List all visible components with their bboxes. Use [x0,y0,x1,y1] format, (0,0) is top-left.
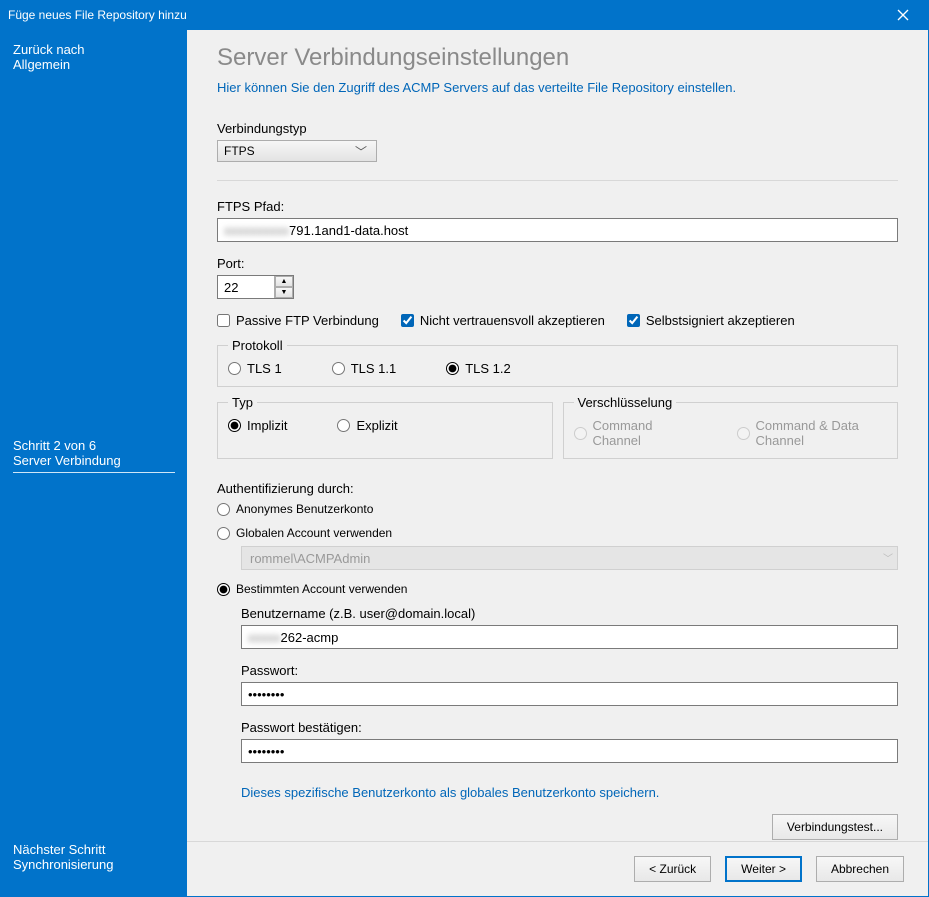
port-label: Port: [217,256,898,271]
sidebar-next-label: Nächster Schritt [13,842,175,857]
untrust-label: Nicht vertrauensvoll akzeptieren [420,313,605,328]
page-title: Server Verbindungseinstellungen [217,44,898,72]
enc-cmd-radio: Command Channel [574,418,687,448]
password-input[interactable]: •••••••• [241,682,898,706]
encryption-group: Verschlüsselung Command Channel Command … [563,395,899,459]
specific-account-radio[interactable]: Bestimmten Account verwenden [217,582,898,596]
username-input[interactable]: xxxxx 262-acmp [241,625,898,649]
selfsigned-checkbox[interactable]: Selbstsigniert akzeptieren [627,313,795,328]
tls12-radio[interactable]: TLS 1.2 [446,361,511,376]
encryption-legend: Verschlüsselung [574,395,677,410]
tls1-radio[interactable]: TLS 1 [228,361,282,376]
protocol-legend: Protokoll [228,338,287,353]
ftps-path-input[interactable]: xxxxxxxxxx 791.1and1-data.host [217,218,898,242]
type-group: Typ Implizit Explizit [217,395,553,459]
close-icon[interactable] [885,0,921,30]
sidebar-step-num: Schritt 2 von 6 [13,438,175,453]
untrust-checkbox[interactable]: Nicht vertrauensvoll akzeptieren [401,313,605,328]
port-up-button[interactable]: ▲ [275,276,293,287]
connection-test-button[interactable]: Verbindungstest... [772,814,898,840]
protocol-group: Protokoll TLS 1 TLS 1.1 TLS 1.2 [217,338,898,387]
chevron-down-icon: ﹀ [352,143,370,160]
next-button[interactable]: Weiter > [725,856,802,882]
wizard-footer: < Zurück Weiter > Abbrechen [187,841,928,896]
global-account-dropdown: rommel\ACMPAdmin ﹀ [241,546,898,570]
sidebar-next[interactable]: Nächster Schritt Synchronisierung [13,842,175,872]
auth-heading: Authentifizierung durch: [217,481,898,496]
sidebar-next-target: Synchronisierung [13,857,175,872]
back-button[interactable]: < Zurück [634,856,711,882]
passive-ftp-checkbox[interactable]: Passive FTP Verbindung [217,313,379,328]
username-value: 262-acmp [281,630,339,645]
port-down-button[interactable]: ▼ [275,287,293,298]
enc-both-radio: Command & Data Channel [737,418,887,448]
anon-radio[interactable]: Anonymes Benutzerkonto [217,502,898,516]
ftps-path-label: FTPS Pfad: [217,199,898,214]
passive-ftp-label: Passive FTP Verbindung [236,313,379,328]
connection-type-dropdown[interactable]: FTPS ﹀ [217,140,377,162]
window-title: Füge neues File Repository hinzu [8,8,885,22]
global-account-value: rommel\ACMPAdmin [250,551,370,566]
sidebar-back[interactable]: Zurück nach Allgemein [13,42,175,72]
sidebar-back-target: Allgemein [13,57,175,72]
username-label: Benutzername (z.B. user@domain.local) [241,606,898,621]
global-account-radio[interactable]: Globalen Account verwenden [217,526,898,540]
connection-type-value: FTPS [224,144,255,158]
password-confirm-label: Passwort bestätigen: [241,720,898,735]
password-confirm-input[interactable]: •••••••• [241,739,898,763]
type-legend: Typ [228,395,257,410]
titlebar: Füge neues File Repository hinzu [0,0,929,30]
sidebar-step: Schritt 2 von 6 Server Verbindung [13,438,175,473]
chevron-down-icon: ﹀ [883,550,893,565]
save-global-link[interactable]: Dieses spezifische Benutzerkonto als glo… [241,785,659,800]
implicit-radio[interactable]: Implizit [228,418,287,433]
port-stepper[interactable]: ▲ ▼ [217,275,294,299]
connection-type-label: Verbindungstyp [217,121,898,136]
explicit-radio[interactable]: Explizit [337,418,397,433]
cancel-button[interactable]: Abbrechen [816,856,904,882]
sidebar-back-label: Zurück nach [13,42,175,57]
ftps-path-value: 791.1and1-data.host [289,223,408,238]
sidebar: Zurück nach Allgemein Schritt 2 von 6 Se… [1,30,187,896]
tls11-radio[interactable]: TLS 1.1 [332,361,397,376]
password-label: Passwort: [241,663,898,678]
port-input[interactable] [218,276,274,298]
divider [217,180,898,181]
page-subtitle: Hier können Sie den Zugriff des ACMP Ser… [217,80,898,95]
selfsigned-label: Selbstsigniert akzeptieren [646,313,795,328]
sidebar-step-name: Server Verbindung [13,453,175,468]
